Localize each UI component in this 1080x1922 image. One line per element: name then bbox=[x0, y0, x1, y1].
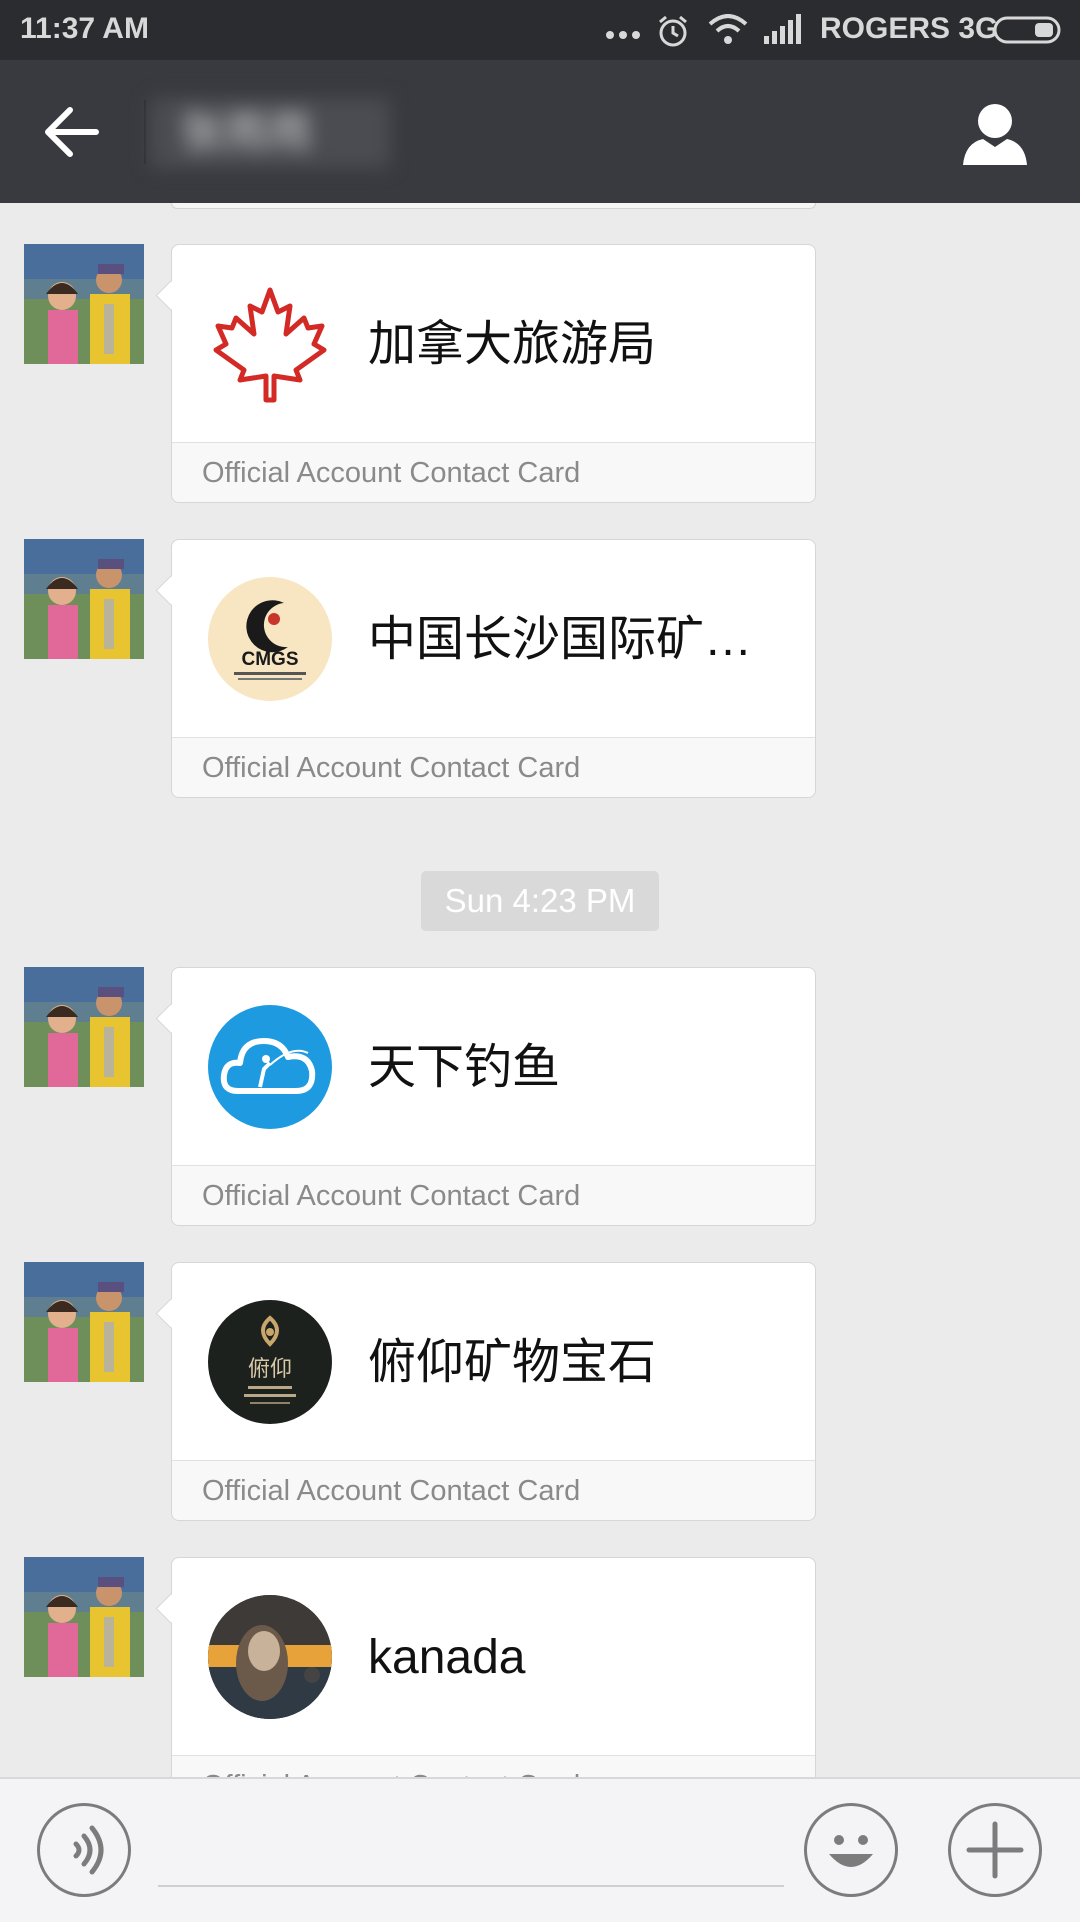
bubble-tail bbox=[155, 575, 186, 606]
chat-title-bar: 张雨雨 bbox=[0, 60, 1080, 203]
contact-card[interactable]: kanada Official Account Contact Card bbox=[155, 1557, 816, 1777]
back-arrow-icon bbox=[45, 107, 99, 157]
contact-card[interactable]: 天下钓鱼 Official Account Contact Card bbox=[155, 967, 816, 1226]
sender-photo-icon bbox=[24, 244, 144, 364]
timestamp-badge: Sun 4:23 PM bbox=[421, 871, 659, 931]
card-type-label: Official Account Contact Card bbox=[172, 1755, 815, 1777]
status-bar: 11:37 AM ROGERS 3G bbox=[0, 0, 1080, 60]
contact-name: 加拿大旅游局 bbox=[368, 318, 657, 371]
plus-icon bbox=[966, 1821, 1024, 1879]
status-time: 11:37 AM bbox=[20, 12, 149, 45]
cmgs-logo-text: CMGS bbox=[242, 649, 299, 670]
card-type-label: Official Account Contact Card bbox=[172, 1165, 815, 1225]
message-item: CMGS 中国长沙国际矿物... Official Account Contac… bbox=[0, 539, 1080, 798]
contact-card[interactable]: CMGS 中国长沙国际矿物... Official Account Contac… bbox=[155, 539, 816, 798]
bubble-tail bbox=[155, 1298, 186, 1329]
back-button[interactable] bbox=[30, 95, 120, 170]
more-options-button[interactable] bbox=[948, 1803, 1042, 1897]
battery-icon bbox=[993, 16, 1061, 44]
message-item: 天下钓鱼 Official Account Contact Card bbox=[0, 967, 1080, 1226]
voice-icon bbox=[73, 1825, 104, 1875]
person-icon bbox=[963, 104, 1027, 165]
sender-photo-icon bbox=[24, 539, 144, 659]
message-item: 俯仰 俯仰矿物宝石 Official Account Contact Card bbox=[0, 1262, 1080, 1521]
chat-title: 张雨雨 bbox=[150, 98, 390, 168]
carrier-label: ROGERS 3G bbox=[820, 12, 999, 45]
voice-input-button[interactable] bbox=[37, 1803, 131, 1897]
sender-photo-icon bbox=[24, 967, 144, 1087]
contact-name: 俯仰矿物宝石 bbox=[368, 1336, 657, 1389]
cmgs-logo-icon: CMGS bbox=[208, 577, 332, 701]
smiley-icon bbox=[829, 1835, 873, 1867]
message-item: kanada Official Account Contact Card bbox=[0, 1557, 1080, 1777]
sender-avatar[interactable] bbox=[24, 1557, 144, 1677]
more-dots-icon bbox=[606, 31, 640, 39]
cloud-fisherman-logo-icon bbox=[208, 1005, 332, 1129]
maple-leaf-logo-icon bbox=[208, 282, 332, 406]
message-input[interactable] bbox=[158, 1827, 784, 1887]
signal-icon bbox=[764, 14, 801, 44]
sender-avatar[interactable] bbox=[24, 244, 144, 364]
bubble-tail bbox=[155, 1003, 186, 1034]
sender-photo-icon bbox=[24, 1262, 144, 1382]
person-photo-avatar-icon bbox=[208, 1595, 332, 1719]
chat-input-bar bbox=[0, 1777, 1080, 1922]
contact-name: kanada bbox=[368, 1631, 526, 1684]
chat-info-button[interactable] bbox=[955, 95, 1035, 175]
card-type-label: Official Account Contact Card bbox=[172, 1460, 815, 1520]
contact-card[interactable]: 俯仰 俯仰矿物宝石 Official Account Contact Card bbox=[155, 1262, 816, 1521]
contact-card[interactable]: 加拿大旅游局 Official Account Contact Card bbox=[155, 244, 816, 503]
sender-photo-icon bbox=[24, 1557, 144, 1677]
title-divider bbox=[144, 100, 146, 164]
alarm-icon bbox=[659, 15, 687, 47]
contact-name: 天下钓鱼 bbox=[368, 1041, 561, 1094]
bubble-tail bbox=[155, 280, 186, 311]
contact-name: 中国长沙国际矿物... bbox=[368, 613, 788, 666]
chat-message-list[interactable]: 加拿大旅游局 Official Account Contact Card CMG… bbox=[0, 203, 1080, 1777]
message-item: 加拿大旅游局 Official Account Contact Card bbox=[0, 244, 1080, 503]
wifi-icon bbox=[708, 14, 748, 44]
sender-avatar[interactable] bbox=[24, 1262, 144, 1382]
previous-card-edge bbox=[171, 203, 816, 209]
fooyoung-mineral-logo-icon: 俯仰 bbox=[208, 1300, 332, 1424]
sender-avatar[interactable] bbox=[24, 967, 144, 1087]
card-type-label: Official Account Contact Card bbox=[172, 737, 815, 797]
emoji-button[interactable] bbox=[804, 1803, 898, 1897]
fooyoung-logo-text: 俯仰 bbox=[248, 1357, 292, 1382]
card-type-label: Official Account Contact Card bbox=[172, 442, 815, 502]
sender-avatar[interactable] bbox=[24, 539, 144, 659]
bubble-tail bbox=[155, 1593, 186, 1624]
